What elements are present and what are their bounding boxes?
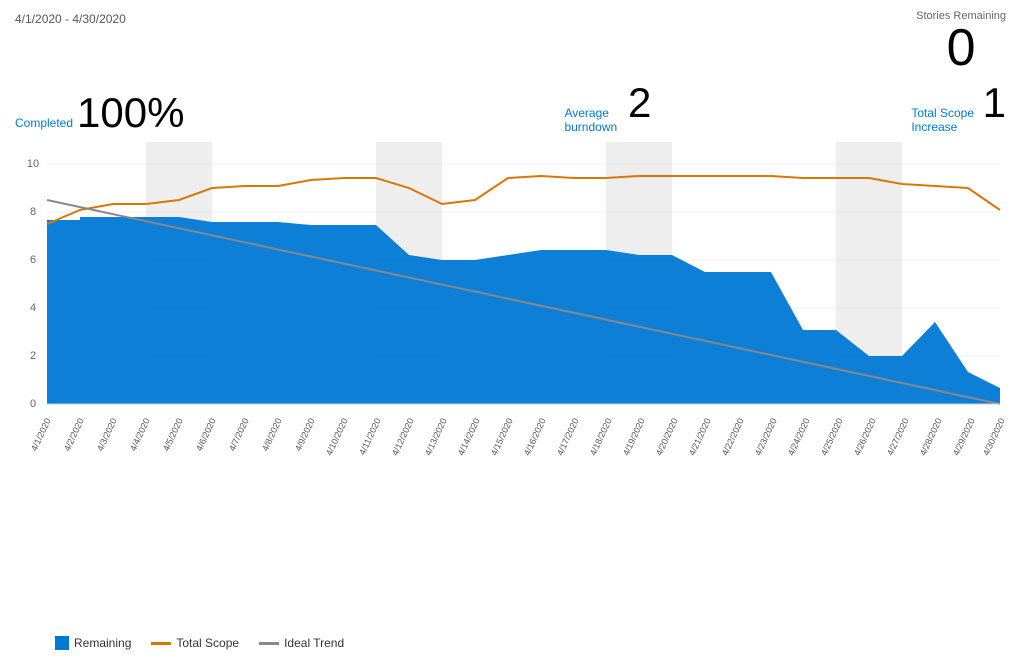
total-scope-color-line — [151, 642, 171, 645]
svg-text:4/21/2020: 4/21/2020 — [687, 417, 713, 458]
stories-remaining-widget: Stories Remaining 0 — [916, 10, 1006, 74]
svg-text:4/30/2020: 4/30/2020 — [981, 417, 1006, 458]
svg-text:4/11/2020: 4/11/2020 — [357, 417, 383, 457]
svg-text:4/1/2020: 4/1/2020 — [29, 417, 53, 453]
total-scope-stat: Total Scope Increase 1 — [911, 82, 1006, 134]
svg-text:4/12/2020: 4/12/2020 — [390, 417, 416, 458]
completed-value: 100% — [77, 92, 184, 134]
total-scope-value: 1 — [983, 82, 1006, 124]
svg-text:4/15/2020: 4/15/2020 — [489, 417, 515, 458]
avg-burndown-value: 2 — [628, 82, 651, 124]
svg-text:4/9/2020: 4/9/2020 — [293, 417, 317, 453]
legend-total-scope: Total Scope — [151, 636, 239, 650]
svg-text:4/8/2020: 4/8/2020 — [260, 417, 284, 453]
svg-text:8: 8 — [30, 206, 36, 218]
svg-text:4/18/2020: 4/18/2020 — [588, 417, 614, 458]
stats-row: Completed 100% Average burndown 2 Total … — [15, 82, 1006, 134]
svg-text:4/16/2020: 4/16/2020 — [522, 417, 548, 458]
svg-text:4: 4 — [30, 302, 36, 314]
svg-text:4/24/2020: 4/24/2020 — [786, 417, 812, 458]
burndown-chart: 10 8 6 4 2 0 — [15, 142, 1006, 632]
remaining-legend-label: Remaining — [74, 636, 131, 650]
date-range: 4/1/2020 - 4/30/2020 — [15, 12, 126, 26]
svg-text:4/25/2020: 4/25/2020 — [819, 417, 845, 458]
svg-text:4/23/2020: 4/23/2020 — [753, 417, 779, 458]
chart-legend: Remaining Total Scope Ideal Trend — [15, 636, 1006, 650]
svg-text:4/2/2020: 4/2/2020 — [62, 417, 86, 453]
svg-text:4/13/2020: 4/13/2020 — [423, 417, 449, 458]
svg-text:6: 6 — [30, 254, 36, 266]
svg-text:10: 10 — [27, 158, 39, 170]
svg-text:4/27/2020: 4/27/2020 — [885, 417, 911, 458]
total-scope-legend-label: Total Scope — [176, 636, 239, 650]
svg-text:4/19/2020: 4/19/2020 — [621, 417, 647, 458]
svg-text:4/4/2020: 4/4/2020 — [128, 417, 152, 453]
svg-text:0: 0 — [30, 398, 36, 410]
svg-text:4/17/2020: 4/17/2020 — [555, 417, 581, 458]
legend-remaining: Remaining — [55, 636, 131, 650]
completed-label: Completed — [15, 116, 73, 130]
stories-remaining-value: 0 — [947, 22, 976, 74]
avg-burndown-stat: Average burndown 2 — [564, 82, 651, 134]
svg-text:4/6/2020: 4/6/2020 — [194, 417, 218, 453]
svg-text:4/10/2020: 4/10/2020 — [324, 417, 350, 458]
legend-ideal-trend: Ideal Trend — [259, 636, 344, 650]
svg-text:4/29/2020: 4/29/2020 — [951, 417, 977, 458]
ideal-trend-legend-label: Ideal Trend — [284, 636, 344, 650]
remaining-color-swatch — [55, 636, 69, 650]
total-scope-label: Total Scope Increase — [911, 106, 978, 134]
svg-text:4/28/2020: 4/28/2020 — [918, 417, 944, 458]
main-container: 4/1/2020 - 4/30/2020 Stories Remaining 0… — [0, 0, 1021, 665]
svg-text:4/20/2020: 4/20/2020 — [654, 417, 680, 458]
svg-text:2: 2 — [30, 350, 36, 362]
svg-text:4/5/2020: 4/5/2020 — [161, 417, 185, 453]
ideal-trend-color-line — [259, 642, 279, 645]
avg-burndown-label: Average burndown — [564, 106, 624, 134]
svg-text:4/26/2020: 4/26/2020 — [852, 417, 878, 458]
header-row: 4/1/2020 - 4/30/2020 Stories Remaining 0 — [15, 10, 1006, 74]
chart-area: 10 8 6 4 2 0 — [15, 142, 1006, 632]
svg-text:4/22/2020: 4/22/2020 — [720, 417, 746, 458]
svg-text:4/3/2020: 4/3/2020 — [95, 417, 119, 453]
svg-text:4/7/2020: 4/7/2020 — [227, 417, 251, 453]
completed-stat: Completed 100% — [15, 92, 184, 134]
svg-text:4/14/2020: 4/14/2020 — [456, 417, 482, 458]
